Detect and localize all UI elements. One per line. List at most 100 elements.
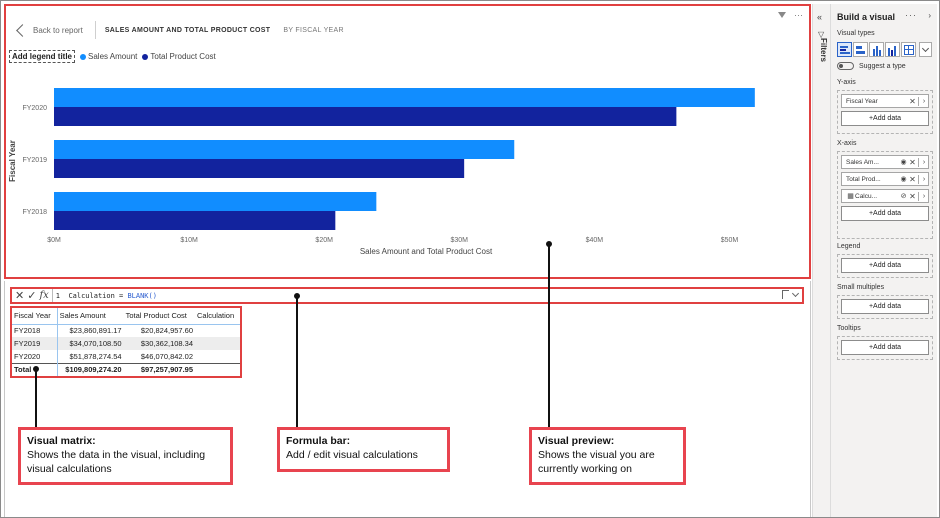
field-separator [918,96,919,106]
screenshot-root: Back to report SALES AMOUNT AND TOTAL PR… [0,0,940,518]
xaxis-field[interactable]: Sales Am... ◉ ✕ › [841,155,929,169]
formula-pointer-line [296,296,298,429]
preview-pointer-line [548,244,550,429]
bar-fy2018-total-product-cost[interactable] [54,211,336,230]
bar-fy2018-sales-amount[interactable] [54,192,377,211]
callout-title: Formula bar: [286,435,351,447]
expand-icon[interactable] [782,290,789,299]
cancel-icon[interactable]: ✕ [15,289,24,302]
clustered-bar-chart-icon[interactable] [837,42,852,57]
bar-chart: FY2020 FY2019 FY2018 $0M $10M $20M $30M $40M $50… [8,88,755,256]
field-separator [918,191,919,201]
table-row: FY2019 $34,070,108.50 $30,362,108.34 [12,337,240,350]
chevron-right-icon[interactable]: › [920,159,928,166]
small-multiples-well[interactable]: +Add data [837,295,933,319]
formula-bar[interactable]: ✕ ✓ fx 1 Calculation = BLANK() [10,287,804,304]
visual-types-dropdown-icon[interactable] [919,42,932,57]
chevron-down-icon[interactable] [791,289,800,297]
legend-well[interactable]: +Add data [837,254,933,278]
table-row: FY2018 $23,860,891.17 $20,824,957.60 [12,324,240,337]
add-data-button[interactable]: +Add data [841,111,929,126]
add-data-button[interactable]: +Add data [841,206,929,221]
filters-label: Filters [819,38,828,63]
callout-title: Visual preview: [538,435,615,447]
commit-check-icon[interactable]: ✓ [27,289,36,302]
suggest-type-toggle[interactable] [837,62,854,70]
formula-input[interactable]: 1 Calculation = BLANK() [56,292,157,300]
remove-field-icon[interactable]: ✕ [908,97,917,106]
y-tick-label: FY2020 [22,105,47,112]
chevron-right-icon[interactable]: › [920,193,928,200]
fx-icon[interactable]: fx [39,290,48,301]
table-cell: FY2020 [12,350,58,363]
matrix-col-header[interactable]: Total Product Cost [123,308,196,325]
stacked-bar-chart-icon[interactable] [853,42,868,57]
x-tick-label: $20M [315,237,333,244]
filters-pane-collapsed[interactable]: « ▽ Filters [812,4,830,517]
field-name: Sales Am... [846,158,879,166]
visual-types-gallery [837,42,932,57]
add-data-button[interactable]: +Add data [841,258,929,273]
matrix-header-row: Fiscal Year Sales Amount Total Product C… [12,308,240,325]
callout-visual-preview: Visual preview: Shows the visual you are… [529,427,686,485]
eye-hidden-icon[interactable]: ⊘ [899,192,908,200]
formula-bar-controls [782,289,800,299]
table-cell: $51,878,274.54 [69,351,122,361]
y-tick-label: FY2019 [22,157,47,164]
y-tick-label: FY2018 [22,209,47,216]
bar-fy2019-sales-amount[interactable] [54,140,515,159]
chevron-right-icon[interactable]: › [920,98,928,105]
matrix-pointer-line [35,369,37,429]
field-separator [918,157,919,167]
add-data-button[interactable]: +Add data [841,340,929,355]
clustered-column-chart-icon[interactable] [885,42,900,57]
table-cell: $97,257,907.95 [123,362,196,376]
table-cell: FY2018 [12,324,58,337]
yaxis-well[interactable]: Fiscal Year ✕ › +Add data [837,90,933,134]
expand-filters-icon[interactable]: « [817,12,822,22]
formula-line-number: 1 [55,291,60,300]
more-options-icon[interactable]: ··· [905,10,917,20]
table-cell: $34,070,108.50 [57,337,124,350]
column-chart-icon[interactable] [869,42,884,57]
visual-matrix: Fiscal Year Sales Amount Total Product C… [10,306,242,378]
matrix-table: Fiscal Year Sales Amount Total Product C… [12,308,240,376]
formula-separator [51,289,53,302]
visual-types-label: Visual types [837,30,875,37]
callout-title: Visual matrix: [27,435,96,447]
eye-icon[interactable]: ◉ [899,175,908,183]
collapse-pane-icon[interactable]: › [928,11,931,20]
formula-text: Calculation = [68,291,128,300]
matrix-col-header[interactable]: Sales Amount [57,308,124,325]
xaxis-well[interactable]: Sales Am... ◉ ✕ › Total Prod... ◉ ✕ › ▦ … [837,151,933,239]
table-cell [195,324,240,337]
table-cell: $30,362,108.34 [123,337,196,350]
matrix-col-header[interactable]: Fiscal Year [12,308,58,325]
callout-body: Add / edit visual calculations [286,449,418,462]
tooltips-well[interactable]: +Add data [837,336,933,360]
y-axis-title: Fiscal Year [8,140,17,182]
pane-title: Build a visual [837,12,896,22]
table-cell: FY2019 [12,337,58,350]
field-name: Total Prod... [846,175,881,183]
xaxis-field[interactable]: Total Prod... ◉ ✕ › [841,172,929,186]
field-name: Fiscal Year [846,97,878,105]
bar-fy2019-total-product-cost[interactable] [54,159,465,178]
yaxis-label: Y-axis [837,79,856,86]
matrix-col-header[interactable]: Calculation [195,308,240,325]
visual-preview: Back to report SALES AMOUNT AND TOTAL PR… [4,4,811,279]
callout-body: Shows the data in the visual, including … [27,449,206,476]
remove-field-icon[interactable]: ✕ [908,192,917,201]
bar-fy2020-sales-amount[interactable] [54,88,755,107]
remove-field-icon[interactable]: ✕ [908,175,917,184]
yaxis-field[interactable]: Fiscal Year ✕ › [841,94,929,108]
chevron-right-icon[interactable]: › [920,176,928,183]
formula-bar-icons: ✕ ✓ fx [12,289,49,302]
table-icon[interactable] [901,42,916,57]
eye-icon[interactable]: ◉ [899,158,908,166]
bar-fy2020-total-product-cost[interactable] [54,107,677,126]
add-data-button[interactable]: +Add data [841,299,929,314]
xaxis-field[interactable]: ▦ Calcu... ⊘ ✕ › [841,189,929,203]
callout-body: Shows the visual you are currently worki… [538,449,655,476]
remove-field-icon[interactable]: ✕ [908,158,917,167]
